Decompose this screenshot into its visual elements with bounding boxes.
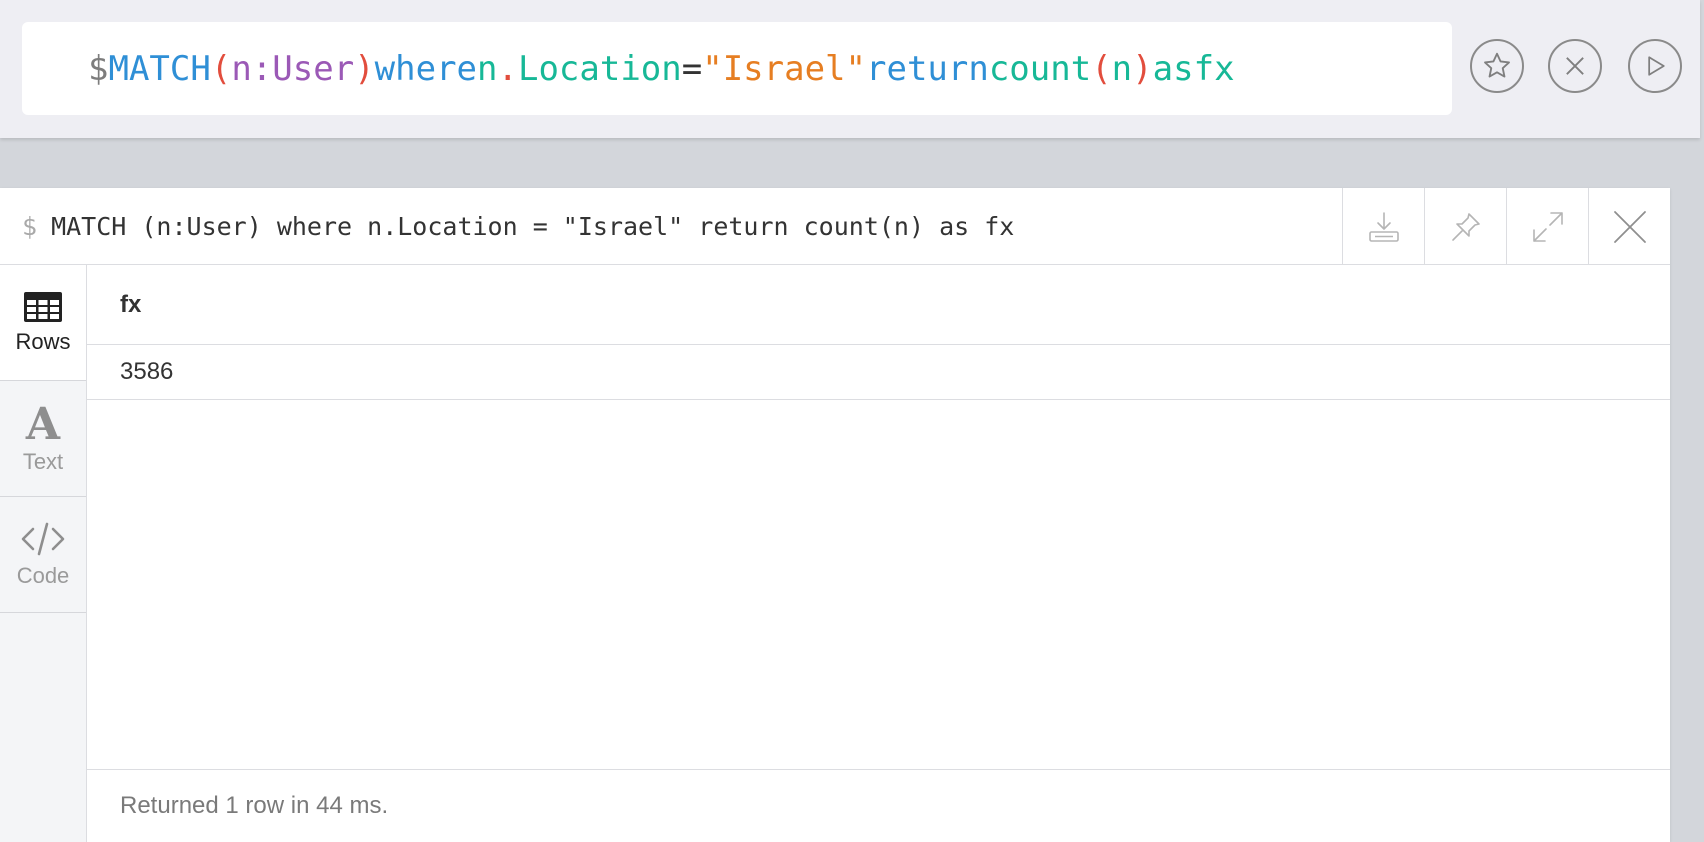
token-count-close: )	[1132, 48, 1153, 89]
token-prop-var: n	[477, 48, 498, 89]
pin-icon	[1451, 212, 1480, 241]
download-button[interactable]	[1342, 188, 1424, 265]
frame-query[interactable]: $ MATCH (n:User) where n.Location = "Isra…	[22, 188, 1014, 265]
view-sidebar: Rows A Text Code	[0, 265, 87, 842]
tab-text[interactable]: A Text	[0, 381, 86, 497]
close-icon	[1613, 210, 1646, 243]
editor-bar: $ MATCH (n: User) where n. Location = "Isr…	[0, 0, 1700, 138]
status-message: Returned 1 row in 44 ms.	[120, 792, 389, 819]
token-open-paren: (	[210, 48, 232, 89]
close-icon	[1566, 57, 1584, 75]
token-equals: =	[681, 48, 703, 89]
expand-icon	[1532, 211, 1563, 242]
token-string: "Israel"	[702, 48, 866, 89]
download-icon	[1368, 211, 1399, 242]
token-close-paren: )	[354, 48, 375, 89]
token-node-label: User	[272, 48, 355, 89]
tab-rows[interactable]: Rows	[0, 265, 86, 381]
table-header: fx	[87, 265, 1670, 345]
clear-editor-button[interactable]	[1548, 39, 1602, 93]
star-icon	[1484, 52, 1510, 78]
token-prop-name: Location	[517, 48, 682, 89]
play-icon	[1648, 56, 1665, 76]
frame-query-text: MATCH (n:User) where n.Location = "Israe…	[51, 212, 1015, 241]
table-cell: 3586	[120, 358, 174, 385]
status-bar: Returned 1 row in 44 ms.	[87, 769, 1670, 842]
token-return: return	[866, 48, 989, 89]
fullscreen-button[interactable]	[1506, 188, 1588, 265]
svg-text:A: A	[25, 403, 61, 443]
token-dot: .	[497, 48, 518, 89]
frame-header: $ MATCH (n:User) where n.Location = "Isra…	[0, 188, 1670, 265]
token-count-fn: count	[988, 48, 1092, 89]
pin-button[interactable]	[1424, 188, 1506, 265]
favorite-button[interactable]	[1470, 39, 1524, 93]
text-icon: A	[25, 403, 61, 443]
query-editor[interactable]: $ MATCH (n: User) where n. Location = "Isr…	[22, 22, 1452, 115]
result-frame: $ MATCH (n:User) where n.Location = "Isra…	[0, 188, 1670, 842]
token-match: MATCH	[108, 48, 211, 89]
tab-code-label: Code	[16, 562, 70, 588]
frame-actions	[1342, 188, 1670, 265]
token-count-arg: n	[1111, 48, 1133, 89]
table-icon	[24, 291, 62, 322]
token-where: where	[374, 48, 478, 89]
code-icon	[21, 522, 65, 555]
run-button[interactable]	[1628, 39, 1682, 93]
frame-prompt: $	[22, 212, 38, 241]
close-frame-button[interactable]	[1588, 188, 1670, 265]
tab-code[interactable]: Code	[0, 497, 86, 613]
tab-text-label: Text	[22, 448, 64, 474]
token-count-open: (	[1091, 48, 1112, 89]
table-row: 3586	[87, 345, 1670, 400]
tab-rows-label: Rows	[15, 328, 71, 354]
token-node-var: n:	[231, 48, 273, 89]
token-as: as	[1152, 48, 1194, 89]
editor-prompt: $	[88, 48, 109, 89]
token-alias: fx	[1193, 48, 1235, 89]
column-header-fx: fx	[120, 290, 142, 318]
result-table: fx 3586 Returned 1 row in 44 ms.	[87, 265, 1670, 842]
